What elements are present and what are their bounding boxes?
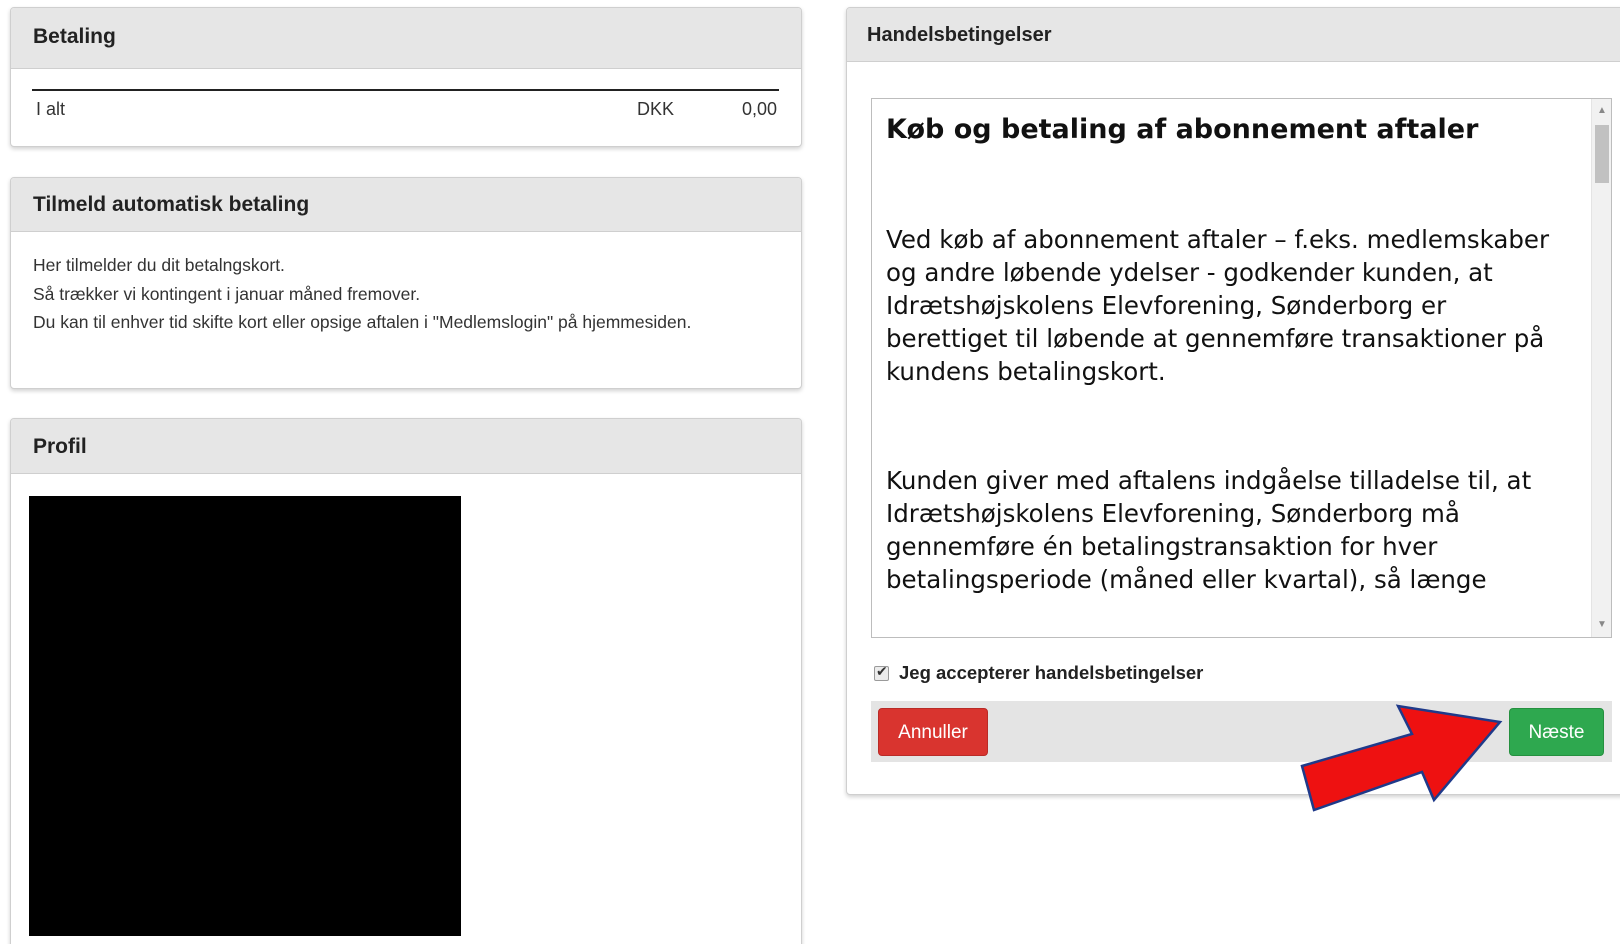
annotation-arrow-icon xyxy=(1300,704,1503,812)
auto-payment-line: Så trækker vi kontingent i januar måned … xyxy=(33,283,421,304)
terms-title: Handelsbetingelser xyxy=(847,8,1620,62)
profile-panel: Profil xyxy=(10,418,802,944)
total-amount: 0,00 xyxy=(741,99,777,119)
profile-title: Profil xyxy=(11,419,801,474)
scroll-up-icon[interactable]: ▲ xyxy=(1592,101,1611,121)
payment-panel: Betaling I alt DKK 0,00 xyxy=(10,7,802,147)
scroll-down-icon[interactable]: ▼ xyxy=(1592,615,1611,635)
terms-panel: Handelsbetingelser Køb og betaling af ab… xyxy=(846,7,1620,795)
terms-paragraph: Kunden giver med aftalens indgåelse till… xyxy=(886,466,1532,594)
total-divider xyxy=(32,89,779,91)
accept-terms-row[interactable]: Jeg accepterer handelsbetingelser xyxy=(874,662,1203,684)
terms-paragraph: Ved køb af abonnement aftaler – f.eks. m… xyxy=(886,225,1550,386)
terms-scroll-box[interactable]: Køb og betaling af abonnement aftaler Ve… xyxy=(871,98,1612,638)
payment-title: Betaling xyxy=(11,8,801,69)
auto-payment-panel: Tilmeld automatisk betaling Her tilmelde… xyxy=(10,177,802,389)
profile-image-redacted xyxy=(29,496,461,936)
cancel-button[interactable]: Annuller xyxy=(878,708,988,756)
auto-payment-line: Her tilmelder du dit betalngskort. xyxy=(33,255,285,275)
auto-payment-title: Tilmeld automatisk betaling xyxy=(11,178,801,232)
scroll-thumb[interactable] xyxy=(1595,125,1609,183)
accept-terms-checkbox[interactable] xyxy=(874,664,889,681)
next-button[interactable]: Næste xyxy=(1509,708,1604,756)
total-label: I alt xyxy=(36,99,66,119)
terms-heading: Køb og betaling af abonnement aftaler xyxy=(886,114,1479,145)
auto-payment-line: Du kan til enhver tid skifte kort eller … xyxy=(33,312,692,332)
terms-scrollbar[interactable]: ▲ ▼ xyxy=(1591,99,1611,637)
accept-terms-label[interactable]: Jeg accepterer handelsbetingelser xyxy=(899,662,1203,684)
terms-content: Køb og betaling af abonnement aftaler Ve… xyxy=(886,99,1566,596)
auto-payment-text: Her tilmelder du dit betalngskort. Så tr… xyxy=(33,251,741,337)
total-currency: DKK xyxy=(637,99,675,119)
